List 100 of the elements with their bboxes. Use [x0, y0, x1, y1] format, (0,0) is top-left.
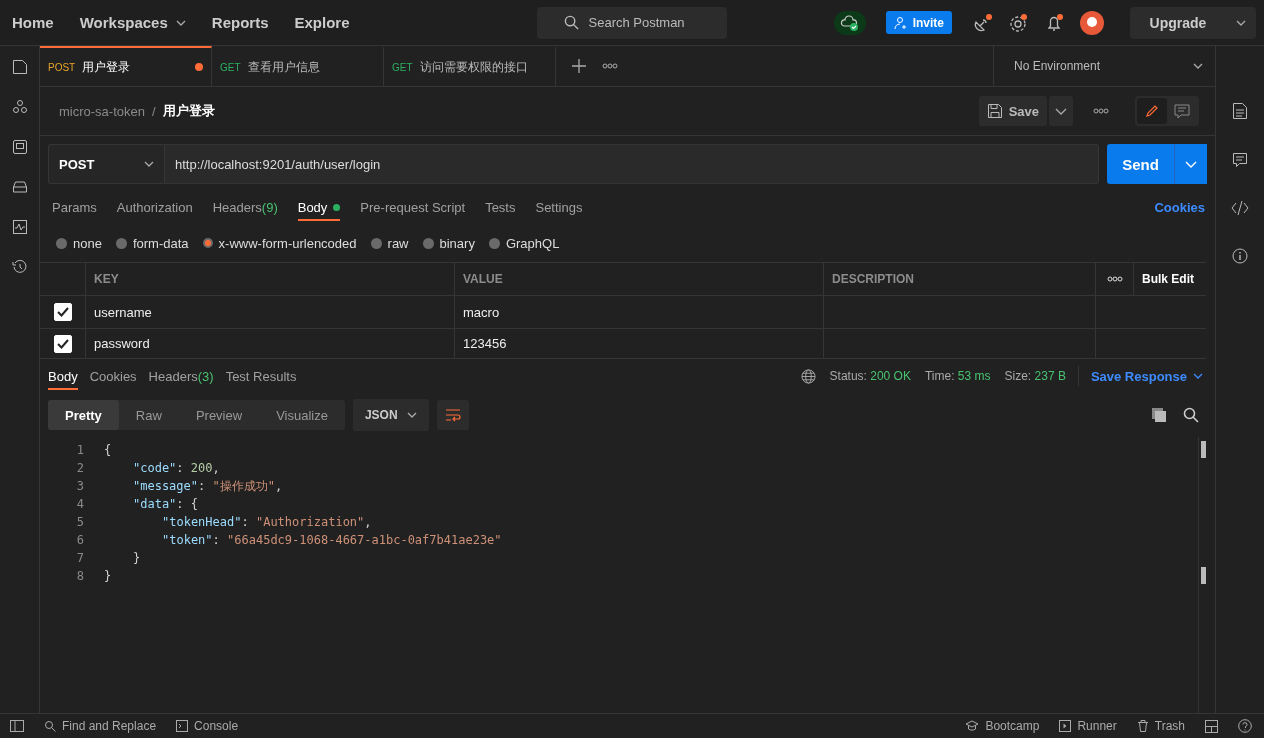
- copy-icon[interactable]: [1151, 407, 1167, 423]
- radio-dot[interactable]: [115, 237, 127, 249]
- trash-icon: [1136, 720, 1149, 732]
- body-type-radio[interactable]: GraphQL: [488, 235, 560, 251]
- radio-dot[interactable]: [488, 237, 500, 249]
- caret-icon[interactable]: [1236, 19, 1246, 26]
- search-bar[interactable]: Search Postman: [537, 6, 727, 39]
- plus-icon[interactable]: [572, 59, 586, 73]
- caret-icon[interactable]: [1049, 96, 1073, 126]
- radio-dot[interactable]: [370, 237, 382, 249]
- avatar-icon[interactable]: [1080, 10, 1104, 35]
- server-icon[interactable]: [11, 139, 28, 155]
- radio-dot[interactable]: [56, 237, 67, 249]
- environment-dropdown[interactable]: No Environment: [993, 46, 1215, 86]
- search-input[interactable]: Search Postman: [586, 14, 701, 31]
- radio-dot[interactable]: [422, 237, 434, 249]
- code-line: {: [104, 443, 112, 457]
- view-mode-tab[interactable]: Preview: [178, 400, 260, 430]
- nav-link[interactable]: Reports: [211, 14, 269, 31]
- view-mode-tab[interactable]: Raw: [118, 400, 179, 430]
- search-icon[interactable]: [1183, 407, 1199, 423]
- view-mode-tab[interactable]: Pretty: [48, 400, 119, 430]
- body-type-radio[interactable]: binary: [422, 235, 475, 251]
- method-label: POST: [59, 156, 95, 172]
- cookies-link[interactable]: Cookies: [1154, 199, 1205, 215]
- scrollbar-thumb[interactable]: [1201, 567, 1206, 584]
- add-person-icon: [893, 15, 908, 30]
- nav-link[interactable]: Home: [12, 14, 54, 31]
- send-button[interactable]: Send: [1107, 144, 1175, 184]
- request-option-tab[interactable]: Tests: [485, 193, 516, 221]
- wrap-lines-icon[interactable]: [436, 400, 469, 430]
- settings-icon[interactable]: [1008, 11, 1030, 34]
- console-button[interactable]: Console: [176, 719, 239, 733]
- view-mode-tab[interactable]: Visualize: [259, 400, 345, 430]
- body-type-radio[interactable]: raw: [370, 235, 409, 251]
- info-icon[interactable]: [1232, 248, 1248, 264]
- more-icon[interactable]: [1106, 276, 1123, 282]
- save-response-link[interactable]: Save Response: [1090, 368, 1203, 384]
- breadcrumb-link[interactable]: micro-sa-token: [59, 103, 145, 119]
- request-option-tab[interactable]: Headers(9): [212, 193, 278, 221]
- response-tab[interactable]: Headers(3): [148, 362, 214, 390]
- scrollbar-thumb[interactable]: [1201, 441, 1206, 458]
- body-type-radio[interactable]: x-www-form-urlencoded: [202, 235, 357, 251]
- more-icon[interactable]: [1093, 108, 1109, 114]
- more-icon[interactable]: [602, 63, 618, 69]
- document-icon[interactable]: [11, 59, 28, 75]
- method-dropdown[interactable]: POST: [48, 144, 164, 184]
- table-cell[interactable]: 123456: [455, 329, 824, 358]
- code-icon[interactable]: [1231, 200, 1249, 216]
- drive-icon[interactable]: [11, 179, 28, 195]
- help-icon[interactable]: [1238, 719, 1252, 733]
- sidebar-toggle-icon[interactable]: [10, 720, 24, 732]
- request-option-tab[interactable]: Pre-request Script: [360, 193, 466, 221]
- upgrade-button[interactable]: Upgrade: [1130, 6, 1256, 39]
- document-icon[interactable]: [1232, 102, 1248, 120]
- request-option-tab[interactable]: Body: [297, 193, 341, 221]
- response-tab[interactable]: Test Results: [225, 362, 297, 390]
- request-option-tab[interactable]: Authorization: [116, 193, 193, 221]
- satellite-icon[interactable]: [972, 11, 994, 34]
- invite-button[interactable]: Invite: [885, 11, 952, 34]
- response-tab[interactable]: Cookies: [89, 362, 137, 390]
- request-option-tab[interactable]: Params: [52, 193, 97, 221]
- body-type-radio[interactable]: none: [56, 235, 102, 251]
- table-cell[interactable]: password: [86, 329, 455, 358]
- request-name: 用户登录: [162, 102, 215, 120]
- save-button[interactable]: Save: [978, 96, 1047, 126]
- code-line: }: [104, 569, 112, 583]
- pencil-icon[interactable]: [1137, 98, 1167, 124]
- format-dropdown[interactable]: JSON: [352, 399, 429, 431]
- request-tab[interactable]: POST 用户登录: [40, 46, 212, 86]
- find-replace-button[interactable]: Find and Replace: [44, 719, 157, 733]
- comment-icon[interactable]: [1232, 152, 1248, 168]
- checkbox[interactable]: [53, 303, 72, 321]
- nodes-icon[interactable]: [11, 99, 28, 115]
- url-field[interactable]: http://localhost:9201/auth/user/login: [164, 144, 1099, 184]
- pulse-icon[interactable]: [11, 219, 28, 235]
- nav-link[interactable]: Workspaces: [79, 14, 186, 31]
- code-line: "data": {: [133, 497, 199, 511]
- globe-icon[interactable]: [800, 368, 816, 384]
- table-cell[interactable]: username: [86, 296, 455, 328]
- nav-link[interactable]: Explore: [294, 14, 350, 31]
- body-type-radio[interactable]: form-data: [115, 235, 189, 251]
- runner-button[interactable]: Runner: [1059, 719, 1117, 733]
- cloud-check-icon[interactable]: [833, 10, 866, 35]
- bulk-edit-link[interactable]: Bulk Edit: [1142, 272, 1194, 286]
- bootcamp-button[interactable]: Bootcamp: [965, 719, 1040, 733]
- table-cell[interactable]: macro: [455, 296, 824, 328]
- request-tab[interactable]: GET 访问需要权限的接口: [384, 46, 556, 86]
- layout-icon[interactable]: [1205, 719, 1218, 733]
- request-option-tab[interactable]: Settings: [535, 193, 583, 221]
- code-line: "code": 200,: [133, 461, 220, 475]
- code-line: }: [133, 551, 141, 565]
- trash-button[interactable]: Trash: [1136, 719, 1185, 733]
- response-tab[interactable]: Body: [48, 362, 78, 390]
- request-tab[interactable]: GET 查看用户信息: [212, 46, 384, 86]
- history-icon[interactable]: [11, 259, 28, 275]
- code-line: "message": "操作成功",: [133, 477, 283, 495]
- checkbox[interactable]: [53, 334, 72, 353]
- radio-dot[interactable]: [202, 238, 213, 248]
- line-number: 2: [75, 461, 85, 475]
